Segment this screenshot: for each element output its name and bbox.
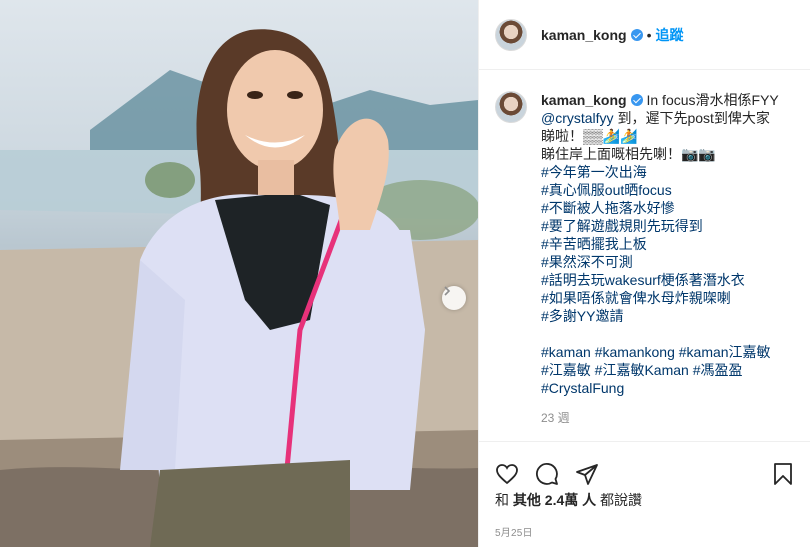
follow-button[interactable]: 追蹤 — [656, 25, 684, 45]
verified-badge-icon — [630, 28, 643, 41]
caption-line-1: In focus滑水相係FYY — [646, 92, 779, 108]
post-header: kaman_kong • 追蹤 — [479, 0, 810, 70]
likes-summary: 和 其他 2.4萬 人 都說讚 — [479, 490, 810, 510]
post-photo — [0, 0, 478, 547]
username-link[interactable]: kaman_kong — [541, 27, 627, 43]
hashtag-link[interactable]: #如果唔係就會俾水母炸親㗎喇 — [541, 289, 795, 307]
post-actions: 和 其他 2.4萬 人 都說讚 5月25日 — [479, 441, 810, 547]
caption-line-4: 睇住岸上面嘅相先喇！📷📷 — [541, 146, 716, 162]
hashtag-link[interactable]: #真心佩服out晒focus — [541, 181, 795, 199]
caption-time-ago[interactable]: 23 週 — [541, 409, 795, 427]
hashtag-link[interactable]: #辛苦晒擺我上板 — [541, 235, 795, 253]
likes-others-link[interactable]: 其他 — [513, 492, 541, 508]
hashtag-link[interactable]: #多謝YY邀請 — [541, 307, 795, 325]
likes-suffix: 都說讚 — [600, 492, 643, 508]
action-icons — [479, 442, 810, 494]
heart-icon[interactable] — [495, 462, 519, 486]
photo-illustration — [0, 29, 478, 547]
caption-line-2: 到，遲下先post到俾大家 — [613, 110, 770, 126]
caption-text: kaman_kong In focus滑水相係FYY @crystalfyy 到… — [541, 91, 795, 441]
hashtag-link[interactable]: #今年第一次出海 — [541, 163, 795, 181]
caption-line-3: 睇啦！▒▒🏄🏄 — [541, 128, 638, 144]
post-side-panel: kaman_kong • 追蹤 kaman_kong In focus滑水相係F… — [478, 0, 810, 547]
caption-avatar[interactable] — [495, 91, 527, 123]
hashtag-link[interactable]: #果然深不可測 — [541, 253, 795, 271]
likes-person-unit: 人 — [582, 492, 597, 508]
likes-count[interactable]: 2.4萬 — [545, 492, 578, 508]
hashtag-group-1[interactable]: #kaman #kamankong #kaman江嘉敏 — [541, 343, 795, 361]
chevron-right-icon — [444, 286, 451, 296]
hashtag-link[interactable]: #話明去玩wakesurf梗係著潛水衣 — [541, 271, 795, 289]
caption-mention-line: @crystalfyy 到，遲下先post到俾大家 — [541, 109, 795, 127]
comment-icon[interactable] — [535, 462, 559, 486]
caption-area: kaman_kong In focus滑水相係FYY @crystalfyy 到… — [479, 71, 810, 441]
post-date[interactable]: 5月25日 — [479, 524, 810, 539]
hashtag-group-2[interactable]: #江嘉敏 #江嘉敏Kaman #馮盈盈 — [541, 361, 795, 379]
caption-first-line: kaman_kong In focus滑水相係FYY — [541, 91, 795, 109]
avatar[interactable] — [495, 18, 527, 51]
hashtag-link[interactable]: #不斷被人拖落水好慘 — [541, 199, 795, 217]
separator-dot: • — [646, 26, 652, 43]
next-photo-button[interactable] — [442, 286, 466, 310]
hashtag-link[interactable]: #要了解遊戲規則先玩得到 — [541, 217, 795, 235]
verified-badge-icon — [630, 94, 643, 106]
mention-link[interactable]: @crystalfyy — [541, 110, 614, 126]
hashtag-group-3[interactable]: #CrystalFung — [541, 379, 795, 397]
caption-username-link[interactable]: kaman_kong — [541, 92, 627, 108]
likes-prefix: 和 — [495, 492, 509, 508]
share-icon[interactable] — [575, 462, 599, 486]
bookmark-icon[interactable] — [771, 462, 795, 486]
